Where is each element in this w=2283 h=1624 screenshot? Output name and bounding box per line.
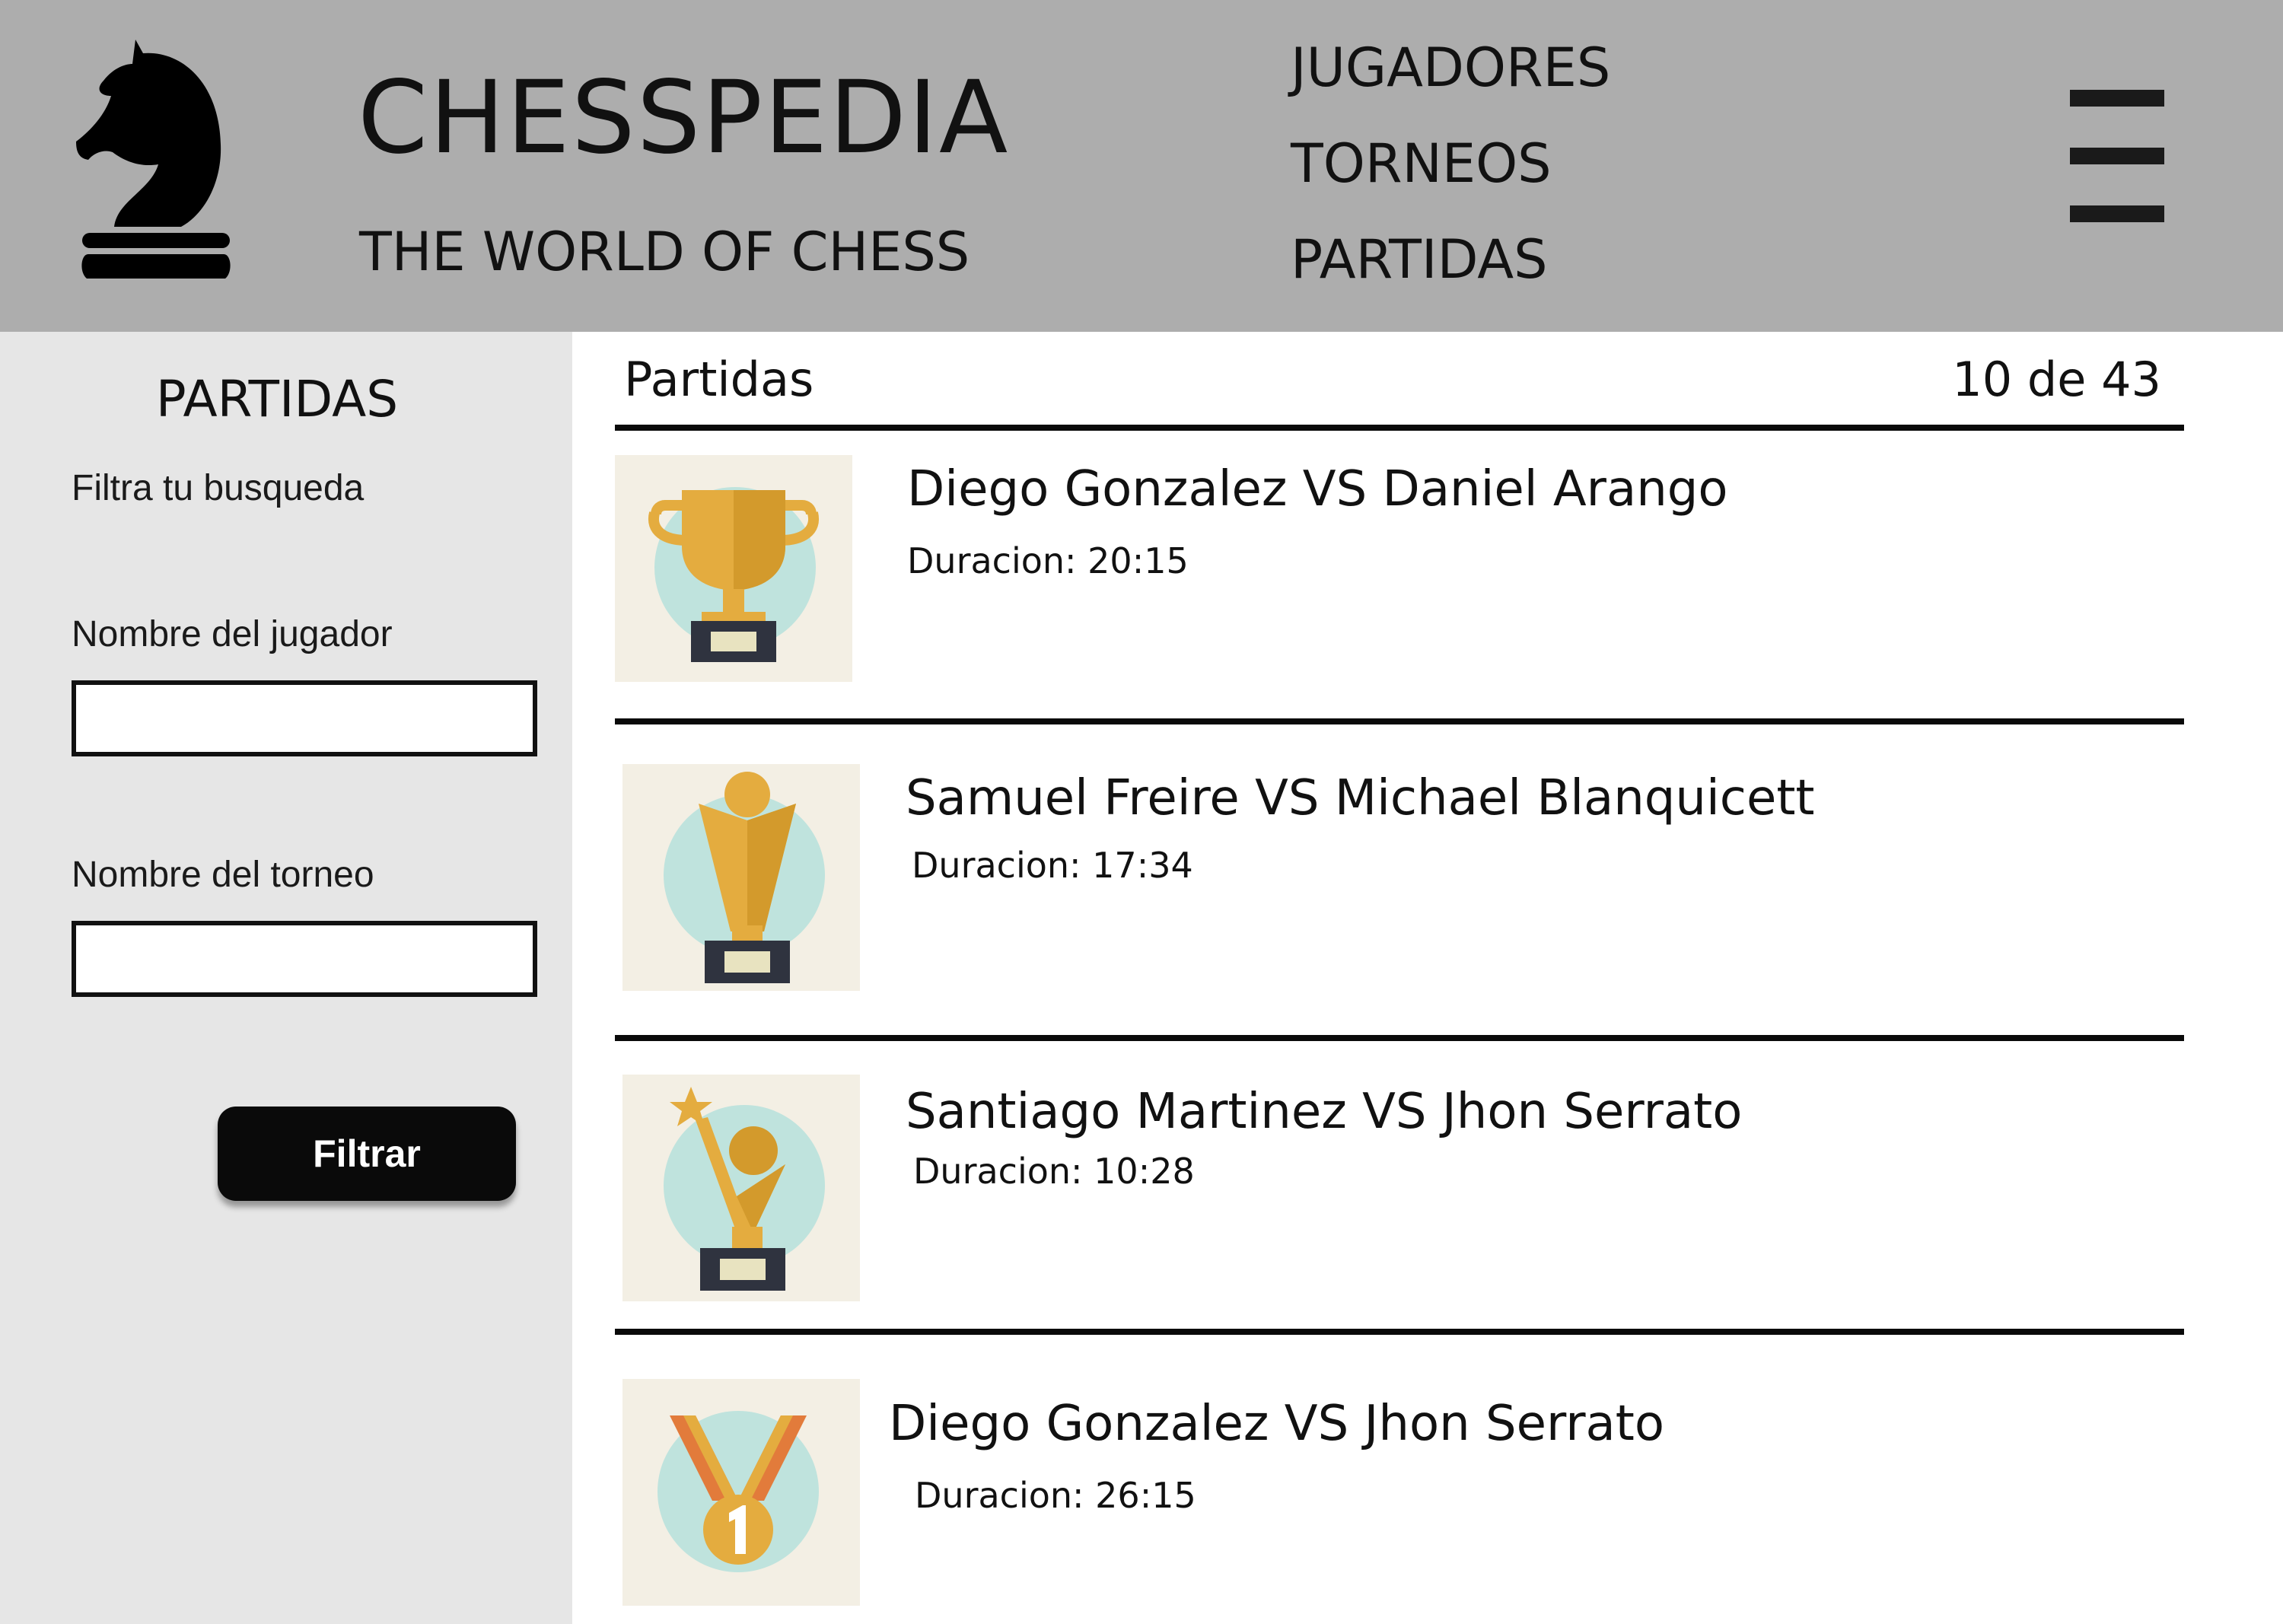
trophy-star-icon — [622, 1075, 860, 1301]
results-count: 10 de 43 — [1952, 352, 2161, 407]
match-title[interactable]: Diego Gonzalez VS Daniel Arango — [907, 461, 1728, 517]
match-duration: Duracion: 26:15 — [915, 1475, 1196, 1516]
menu-bar — [2070, 90, 2164, 107]
player-name-label: Nombre del jugador — [72, 614, 393, 654]
brand-title: CHESSPEDIA — [358, 59, 1010, 177]
tournament-name-input[interactable] — [72, 921, 537, 997]
chess-knight-icon[interactable] — [61, 38, 251, 289]
match-title[interactable]: Diego Gonzalez VS Jhon Serrato — [889, 1396, 1664, 1452]
tournament-name-label: Nombre del torneo — [72, 855, 374, 895]
main-nav: JUGADORES TORNEOS PARTIDAS — [1291, 37, 1610, 307]
trophy-ball-icon — [622, 764, 860, 991]
divider — [615, 718, 2184, 724]
list-title: Partidas — [624, 352, 814, 407]
match-duration: Duracion: 10:28 — [913, 1151, 1195, 1192]
match-duration: Duracion: 20:15 — [907, 540, 1189, 581]
match-duration: Duracion: 17:34 — [912, 845, 1193, 886]
hamburger-menu-icon[interactable] — [2070, 90, 2164, 224]
nav-link-torneos[interactable]: TORNEOS — [1291, 116, 1610, 212]
player-name-input[interactable] — [72, 680, 537, 756]
menu-bar — [2070, 205, 2164, 222]
nav-link-jugadores[interactable]: JUGADORES — [1291, 20, 1610, 116]
app-header: CHESSPEDIA THE WORLD OF CHESS JUGADORES … — [0, 0, 2283, 332]
match-title[interactable]: Santiago Martinez VS Jhon Serrato — [906, 1084, 1742, 1140]
divider — [615, 425, 2184, 431]
divider — [615, 1035, 2184, 1041]
sidebar-title: PARTIDAS — [155, 370, 399, 428]
filter-subtitle: Filtra tu busqueda — [72, 468, 365, 508]
match-title[interactable]: Samuel Freire VS Michael Blanquicett — [906, 770, 1815, 826]
menu-bar — [2070, 148, 2164, 164]
filter-button[interactable]: Filtrar — [218, 1107, 516, 1201]
brand-tagline: THE WORLD OF CHESS — [359, 221, 970, 283]
trophy-cup-icon — [615, 455, 852, 682]
filter-sidebar: PARTIDAS Filtra tu busqueda Nombre del j… — [0, 332, 572, 1624]
divider — [615, 1329, 2184, 1335]
medal-first-place-icon — [622, 1379, 860, 1606]
nav-link-partidas[interactable]: PARTIDAS — [1291, 212, 1610, 307]
